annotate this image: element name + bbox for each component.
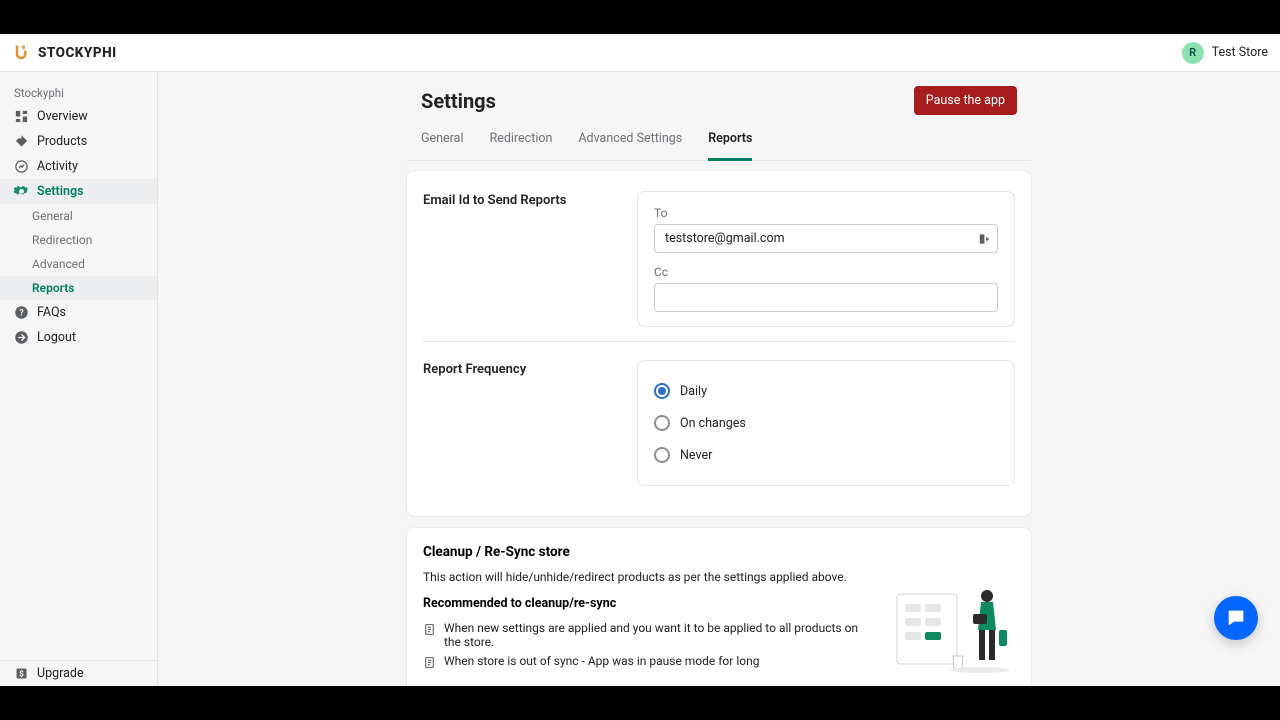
main-content: Settings Pause the app General Redirecti… xyxy=(158,72,1280,686)
sidebar-item-upgrade[interactable]: $ Upgrade xyxy=(0,661,157,686)
cleanup-item: When new settings are applied and you wa… xyxy=(423,621,877,649)
tab-general[interactable]: General xyxy=(421,121,464,161)
dollar-icon: $ xyxy=(14,666,29,681)
cleanup-subtitle: Recommended to cleanup/re-sync xyxy=(423,596,877,611)
frequency-section-title: Report Frequency xyxy=(423,360,623,486)
sidebar-item-label: Logout xyxy=(37,330,76,345)
sidebar-item-label: Overview xyxy=(37,109,88,124)
cleanup-illustration xyxy=(895,586,1015,676)
cc-label: Cc xyxy=(654,265,998,279)
cleanup-desc: This action will hide/unhide/redirect pr… xyxy=(423,570,877,584)
sidebar-item-logout[interactable]: Logout xyxy=(0,325,157,350)
sidebar-sub-redirection[interactable]: Redirection xyxy=(0,228,157,252)
svg-text:$: $ xyxy=(19,669,24,679)
sidebar-item-overview[interactable]: Overview xyxy=(0,104,157,129)
dashboard-icon xyxy=(14,109,29,124)
topbar: STOCKYPHI R Test Store xyxy=(0,34,1280,72)
radio-icon xyxy=(654,383,670,399)
note-icon xyxy=(423,623,436,636)
tab-redirection[interactable]: Redirection xyxy=(490,121,553,161)
radio-label: On changes xyxy=(680,416,746,431)
frequency-option-daily[interactable]: Daily xyxy=(654,375,998,407)
email-section-title: Email Id to Send Reports xyxy=(423,191,623,327)
tag-icon xyxy=(14,134,29,149)
to-input[interactable] xyxy=(654,224,998,253)
logout-icon xyxy=(14,330,29,345)
tab-advanced[interactable]: Advanced Settings xyxy=(578,121,682,161)
gear-icon xyxy=(14,184,29,199)
sidebar-sub-advanced[interactable]: Advanced xyxy=(0,252,157,276)
sidebar-sub-reports[interactable]: Reports xyxy=(0,276,157,300)
cc-input[interactable] xyxy=(654,283,998,312)
sidebar: Stockyphi Overview Products Activity Set… xyxy=(0,72,158,686)
sidebar-item-faqs[interactable]: ? FAQs xyxy=(0,300,157,325)
cleanup-title: Cleanup / Re-Sync store xyxy=(423,544,877,560)
sidebar-item-label: Activity xyxy=(37,159,78,174)
activity-icon xyxy=(14,159,29,174)
radio-label: Never xyxy=(680,448,712,463)
question-icon: ? xyxy=(14,305,29,320)
autofill-icon xyxy=(978,232,992,246)
sidebar-item-label: FAQs xyxy=(37,305,66,320)
brand-text: STOCKYPHI xyxy=(38,45,117,61)
sidebar-item-label: Products xyxy=(37,134,87,149)
avatar: R xyxy=(1182,42,1204,64)
cleanup-item: When store is out of sync - App was in p… xyxy=(423,654,877,669)
brand-icon xyxy=(12,43,32,63)
radio-label: Daily xyxy=(680,384,707,399)
account-name: Test Store xyxy=(1212,45,1268,60)
frequency-option-never[interactable]: Never xyxy=(654,439,998,471)
radio-icon xyxy=(654,447,670,463)
tab-reports[interactable]: Reports xyxy=(708,121,752,161)
chat-fab[interactable] xyxy=(1214,596,1258,640)
sidebar-app-label: Stockyphi xyxy=(0,80,157,104)
sidebar-sub-general[interactable]: General xyxy=(0,204,157,228)
sidebar-item-products[interactable]: Products xyxy=(0,129,157,154)
page-title: Settings xyxy=(421,89,496,113)
sidebar-item-label: Settings xyxy=(37,184,84,199)
account-menu[interactable]: R Test Store xyxy=(1182,42,1268,64)
chat-icon xyxy=(1225,607,1247,629)
sidebar-item-settings[interactable]: Settings xyxy=(0,179,157,204)
note-icon xyxy=(423,656,436,669)
settings-tabs: General Redirection Advanced Settings Re… xyxy=(407,121,1031,161)
svg-text:?: ? xyxy=(19,309,24,319)
frequency-option-onchanges[interactable]: On changes xyxy=(654,407,998,439)
to-label: To xyxy=(654,206,998,220)
brand[interactable]: STOCKYPHI xyxy=(12,43,117,63)
sidebar-item-label: Upgrade xyxy=(37,666,84,681)
sidebar-item-activity[interactable]: Activity xyxy=(0,154,157,179)
pause-app-button[interactable]: Pause the app xyxy=(914,86,1017,115)
radio-icon xyxy=(654,415,670,431)
